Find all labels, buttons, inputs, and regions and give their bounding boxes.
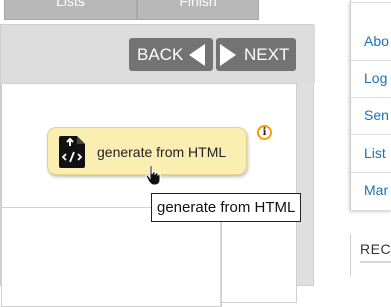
content-area xyxy=(1,207,222,307)
sidebar-item-about[interactable]: Abo xyxy=(364,33,391,49)
generate-label: generate from HTML xyxy=(97,144,227,160)
tab-lists[interactable]: Lists xyxy=(4,0,137,20)
sidebar-divider xyxy=(351,172,391,173)
divider xyxy=(220,207,221,307)
sidebar: Abo Log Sen List Mar xyxy=(350,0,391,210)
info-icon[interactable]: i xyxy=(257,125,272,140)
section-heading: REC xyxy=(360,241,391,257)
hand-cursor-icon xyxy=(145,165,161,186)
section-underline xyxy=(360,261,391,263)
html-file-icon xyxy=(59,136,85,168)
sidebar-divider xyxy=(351,60,391,61)
sidebar-section: REC xyxy=(350,234,391,276)
back-button[interactable]: BACK xyxy=(129,38,213,71)
sidebar-divider xyxy=(351,97,391,98)
arrow-left-icon xyxy=(189,43,206,66)
sidebar-item-mar[interactable]: Mar xyxy=(364,182,391,198)
arrow-right-icon xyxy=(220,43,236,66)
sidebar-divider xyxy=(351,2,391,3)
tab-strip: Lists Finish xyxy=(0,0,328,22)
tab-finish[interactable]: Finish xyxy=(137,0,259,20)
next-button[interactable]: NEXT xyxy=(216,38,296,71)
sidebar-item-send[interactable]: Sen xyxy=(364,107,391,123)
back-label: BACK xyxy=(137,44,184,64)
next-label: NEXT xyxy=(244,44,290,64)
sidebar-divider xyxy=(351,134,391,135)
sidebar-item-lists[interactable]: List xyxy=(364,145,391,161)
sidebar-item-log[interactable]: Log xyxy=(364,70,391,86)
tooltip: generate from HTML xyxy=(151,193,302,222)
